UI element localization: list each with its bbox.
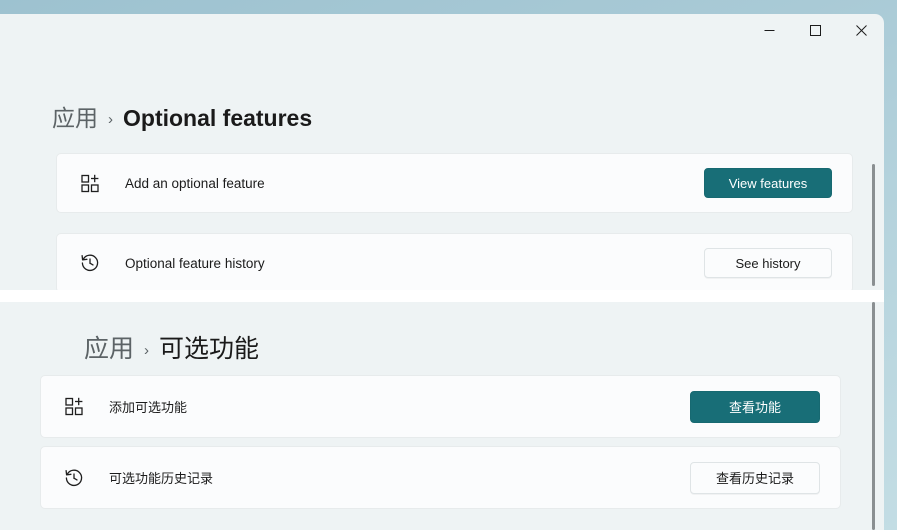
scrollbar-thumb[interactable] <box>872 302 875 530</box>
settings-page-chinese: 应用 › 可选功能 添加可选功能 查看功能 <box>0 302 884 530</box>
card-add-optional-feature: Add an optional feature View features <box>56 153 853 213</box>
history-clock-icon <box>61 465 87 491</box>
breadcrumb-separator-icon: › <box>144 342 149 359</box>
vertical-scrollbar[interactable] <box>868 151 880 290</box>
breadcrumb-parent-link[interactable]: 应用 <box>52 99 98 133</box>
card-label: Add an optional feature <box>125 176 704 191</box>
vertical-scrollbar[interactable] <box>868 302 880 530</box>
view-features-button[interactable]: 查看功能 <box>690 391 820 423</box>
page-title: Optional features <box>123 105 312 132</box>
see-history-button[interactable]: See history <box>704 248 832 278</box>
card-optional-feature-history: 可选功能历史记录 查看历史记录 <box>40 446 841 509</box>
history-clock-icon <box>77 250 103 276</box>
breadcrumb: 应用 › Optional features <box>52 99 312 133</box>
settings-page-english: 应用 › Optional features Add an optional f… <box>0 14 884 290</box>
card-optional-feature-history: Optional feature history See history <box>56 233 853 290</box>
settings-window-english: 应用 › Optional features Add an optional f… <box>0 14 884 290</box>
add-grid-icon <box>61 394 87 420</box>
card-label: Optional feature history <box>125 256 704 271</box>
breadcrumb: 应用 › 可选功能 <box>84 329 259 365</box>
breadcrumb-parent-link[interactable]: 应用 <box>84 329 134 365</box>
see-history-button[interactable]: 查看历史记录 <box>690 462 820 494</box>
breadcrumb-separator-icon: › <box>108 111 113 128</box>
settings-window-chinese: 应用 › 可选功能 添加可选功能 查看功能 <box>0 302 884 530</box>
scrollbar-thumb[interactable] <box>872 164 875 286</box>
card-label: 可选功能历史记录 <box>109 468 690 487</box>
page-title: 可选功能 <box>159 329 259 365</box>
view-features-button[interactable]: View features <box>704 168 832 198</box>
add-grid-icon <box>77 170 103 196</box>
card-add-optional-feature: 添加可选功能 查看功能 <box>40 375 841 438</box>
window-separator <box>0 290 884 302</box>
card-label: 添加可选功能 <box>109 397 690 416</box>
